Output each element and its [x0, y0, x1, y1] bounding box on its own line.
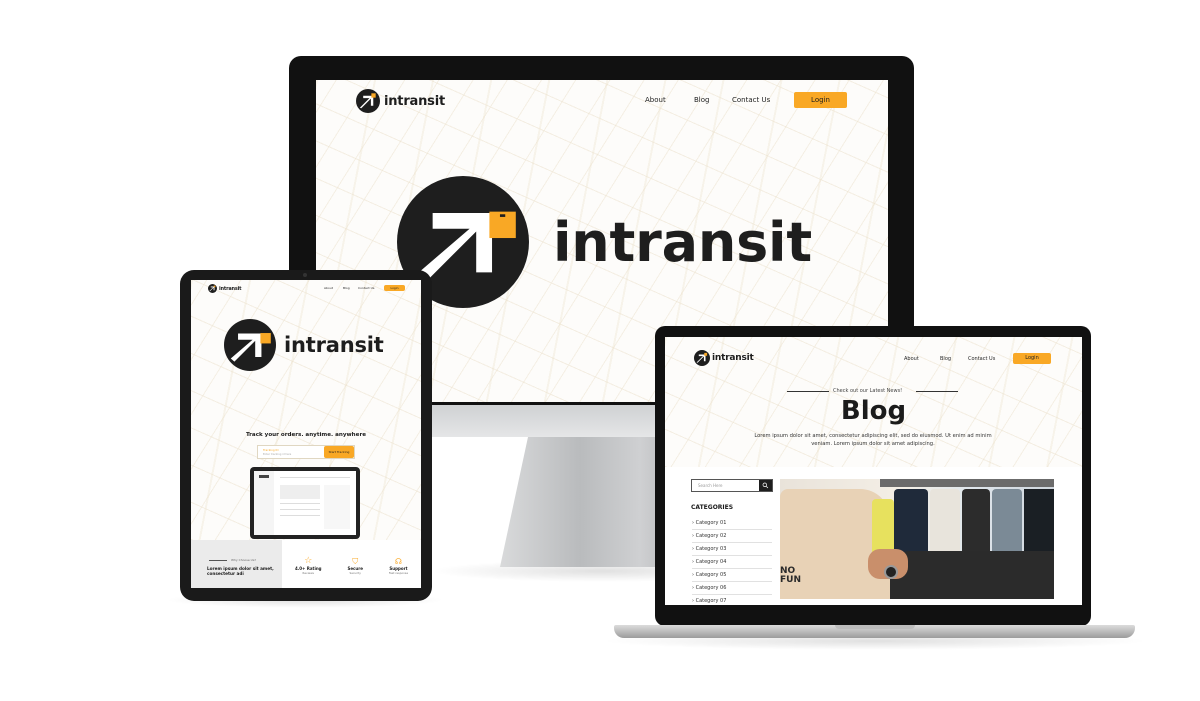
tablet-nav-contact[interactable]: Contact Us [358, 286, 374, 290]
feature-row: ☆ 4.0+ Rating Reviews ⛉ Secure Security … [282, 540, 421, 588]
tablet-tagline: Track your orders. anytime. anywhere [245, 432, 367, 438]
laptop-nav-blog[interactable]: Blog [940, 356, 951, 362]
tablet-login-button[interactable]: Login [384, 285, 405, 291]
eyebrow-line-right [916, 391, 958, 392]
laptop-screen: intransit About Blog Contact Us Login Ch… [665, 337, 1082, 605]
category-label: Category 04 [695, 559, 727, 565]
wristwatch [884, 565, 898, 579]
blog-search-input[interactable]: Search Here [691, 479, 773, 492]
tablet-nav-about[interactable]: About [324, 286, 333, 290]
blog-featured-image[interactable]: NO FUN [780, 479, 1054, 599]
category-item[interactable]: › Category 03 [692, 543, 772, 556]
category-item[interactable]: › Category 01 [692, 517, 772, 530]
laptop-logo-text: intransit [712, 353, 754, 363]
category-label: Category 05 [695, 572, 727, 578]
mini-dashboard-line-1 [280, 477, 350, 478]
feature-support-sub: Fast response [388, 571, 409, 575]
nav-contact[interactable]: Contact Us [732, 96, 770, 104]
jacket-sleeve [890, 551, 1054, 599]
mini-dashboard-panel [324, 485, 350, 529]
logo-text: intransit [384, 93, 445, 109]
category-label: Category 01 [695, 520, 727, 526]
tablet-camera [303, 273, 307, 277]
tablet-hero-logo: intransit [224, 319, 384, 371]
blog-intro: Lorem ipsum dolor sit amet, consectetur … [754, 433, 992, 447]
laptop-login-button[interactable]: Login [1013, 353, 1051, 364]
search-button[interactable] [759, 480, 772, 491]
categories-heading: CATEGORIES [691, 504, 734, 511]
hero-logo-text: intransit [553, 210, 812, 274]
mini-dashboard-line-2 [280, 503, 320, 504]
feature-rating: ☆ 4.0+ Rating Reviews [295, 557, 322, 588]
login-button[interactable]: Login [794, 92, 847, 108]
tablet-nav-blog[interactable]: Blog [343, 286, 350, 290]
why-choose-panel: Why Choose Us? Lorem ipsum dolor sit ame… [191, 540, 282, 588]
blog-title: Blog [840, 396, 907, 426]
laptop-notch [835, 625, 915, 629]
tablet-logo-arrow-icon [208, 284, 217, 293]
blog-eyebrow: Check out our Latest News! [833, 388, 903, 394]
tablet-brand-logo[interactable]: intransit [208, 284, 242, 293]
category-label: Category 06 [695, 585, 727, 591]
nav-about[interactable]: About [645, 96, 666, 104]
mini-dashboard [254, 471, 356, 535]
why-text: Lorem ipsum dolor sit amet, consectetur … [207, 566, 274, 577]
laptop-logo-arrow-icon [694, 350, 710, 366]
category-item[interactable]: › Category 07 [692, 595, 772, 605]
mini-dashboard-line-4 [280, 515, 320, 516]
feature-secure-sub: Security [349, 571, 361, 575]
mini-dashboard-line-3 [280, 509, 320, 510]
category-label: Category 03 [695, 546, 727, 552]
logo-arrow-icon [356, 89, 380, 113]
category-label: Category 02 [695, 533, 727, 539]
search-icon [762, 482, 769, 489]
mini-laptop-bezel [250, 467, 360, 539]
clothes-rail [880, 479, 1054, 487]
category-item[interactable]: › Category 04 [692, 556, 772, 569]
headset-icon: ☊ [394, 557, 402, 566]
mini-dashboard-card [280, 485, 320, 499]
nav-blog[interactable]: Blog [694, 96, 709, 104]
shirt-print: NO FUN [780, 566, 801, 585]
laptop-brand-logo[interactable]: intransit [694, 350, 754, 366]
shield-icon: ⛉ [352, 557, 359, 566]
feature-rating-sub: Reviews [302, 571, 314, 575]
category-item[interactable]: › Category 02 [692, 530, 772, 543]
start-tracking-button[interactable]: Start Tracking [324, 446, 354, 458]
star-icon: ☆ [304, 556, 313, 566]
category-list: › Category 01 › Category 02 › Category 0… [692, 517, 772, 605]
why-divider [209, 560, 227, 561]
mini-dashboard-logo [259, 475, 269, 478]
laptop-nav-about[interactable]: About [904, 356, 919, 362]
category-item[interactable]: › Category 05 [692, 569, 772, 582]
tracking-placeholder: Enter tracking id here [263, 453, 292, 456]
tablet-hero-text: intransit [284, 333, 384, 357]
laptop-nav-contact[interactable]: Contact Us [968, 356, 995, 362]
category-item[interactable]: › Category 06 [692, 582, 772, 595]
mini-dashboard-sidebar [254, 471, 274, 535]
hero-logo: intransit [397, 176, 812, 308]
why-label: Why Choose Us? [231, 558, 256, 562]
tablet-hero-arrow-icon [224, 319, 276, 371]
feature-support: ☊ Support Fast response [389, 557, 408, 588]
brand-logo[interactable]: intransit [356, 89, 445, 113]
tracking-label: Tracking ID [263, 448, 279, 452]
search-placeholder: Search Here [698, 483, 723, 488]
feature-secure: ⛉ Secure Security [347, 557, 363, 588]
tablet-logo-text: intransit [219, 285, 242, 292]
category-label: Category 07 [695, 598, 727, 604]
tablet-screen: intransit About Blog Contact Us Login in… [191, 280, 421, 588]
eyebrow-line-left [787, 391, 829, 392]
